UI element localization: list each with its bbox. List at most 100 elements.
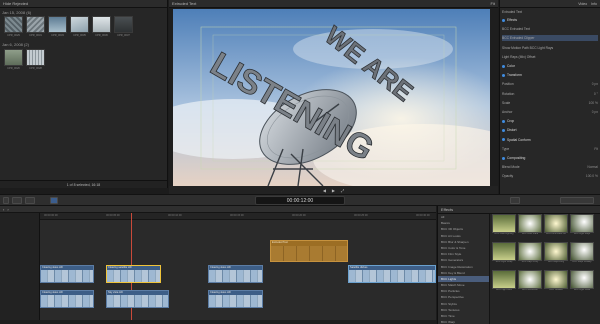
effect-thumbnail[interactable]: BCC Lens Flare	[518, 214, 542, 238]
arrow-tool-button[interactable]	[50, 197, 58, 204]
clip-label: Clearing satellite HD	[108, 266, 132, 269]
timeline-tracks: Extruded Text Clearing skies HD Clearing …	[40, 213, 436, 323]
inspector-row-value[interactable]: Normal	[587, 165, 598, 169]
inspector-row[interactable]: Color	[502, 63, 598, 69]
effect-thumbnail[interactable]: BCC Light Rays	[570, 214, 594, 238]
timecode-display[interactable]: 00:00:12:00	[255, 196, 345, 205]
fullscreen-icon[interactable]: ⤢	[341, 188, 344, 193]
group-label-2[interactable]: Jan 6, 2008 (2)	[2, 42, 29, 47]
inspector-row-label: Effects	[507, 18, 518, 22]
browser-clip[interactable]: CPR_0036	[92, 16, 111, 38]
video-clip[interactable]: Sky vista HD	[106, 290, 169, 308]
hide-rejected-menu[interactable]: Hide Rejected	[3, 1, 28, 6]
effects-category-item[interactable]: BCC Warp	[438, 319, 489, 324]
video-clip[interactable]: Clearing skies HD	[40, 265, 94, 283]
video-clip[interactable]: Clearing skies HD	[208, 265, 263, 283]
inspector-tabs: Video Info	[500, 0, 600, 8]
inspector-row-value[interactable]: 0 px	[592, 82, 598, 86]
inspector-row-value[interactable]: 100 %	[589, 101, 598, 105]
inspector-row[interactable]: Effects	[502, 17, 598, 23]
effect-thumbnail[interactable]: BCC Rays Ring	[544, 242, 568, 266]
effect-thumbnail[interactable]: BCC Streaks	[544, 270, 568, 294]
index-button[interactable]	[3, 197, 9, 204]
thumb-row-2: CPR_0026 CPR_0028	[4, 49, 45, 71]
enable-toggle-icon[interactable]	[502, 64, 505, 68]
enable-toggle-icon[interactable]	[502, 128, 505, 132]
inspector-row-label: Crop	[507, 119, 515, 124]
effects-browser-button[interactable]	[560, 197, 594, 204]
effect-thumbnail[interactable]: BCC Light Wrap	[492, 242, 516, 266]
play-back-icon[interactable]: ◀	[323, 188, 326, 193]
group-label-1[interactable]: Jan 15, 2008 (6)	[2, 10, 31, 15]
enable-toggle-icon[interactable]	[502, 73, 505, 77]
inspector-row[interactable]: Crop	[502, 118, 598, 124]
inspector-row[interactable]: BCC Extruded Clipper	[502, 35, 598, 42]
tab-info[interactable]: Info	[591, 2, 597, 6]
timeline: ‹ › 00:00:00:00 00:00:05:00 00:00:10:00 00:…	[0, 206, 436, 324]
inspector: Video Info Extruded Text Effects BCC Extr…	[499, 0, 600, 194]
enable-toggle-icon[interactable]	[502, 156, 505, 160]
video-clip[interactable]: Clearing skies HD	[208, 290, 263, 308]
inspector-row[interactable]: Anchor 0 px	[502, 109, 598, 115]
tool-select-button[interactable]	[12, 197, 22, 204]
title-clip[interactable]: Extruded Text	[270, 240, 348, 262]
inspector-row[interactable]: Compositing	[502, 155, 598, 161]
enable-toggle-icon[interactable]	[502, 18, 505, 22]
effect-thumbnail[interactable]: BCC Rays Puffy	[518, 242, 542, 266]
audio-meter-button[interactable]	[510, 197, 520, 204]
ruler-tick-label: 00:00:05:00	[106, 214, 120, 217]
effect-thumbnail[interactable]: BCC Light Glint	[492, 270, 516, 294]
clip-label: Clearing skies HD	[210, 266, 231, 269]
effect-thumbnail[interactable]: BCC Reflection	[518, 270, 542, 294]
effects-header: Effects	[438, 206, 600, 214]
back-arrow-icon[interactable]: ‹	[3, 207, 4, 212]
effect-thumbnail[interactable]: BCC Rays Streaky	[570, 242, 594, 266]
viewer-canvas[interactable]: WE ARE LISTENING	[173, 9, 490, 186]
inspector-row-label: Color	[507, 64, 515, 68]
inspector-row[interactable]: Position 0 px	[502, 81, 598, 87]
inspector-row-value[interactable]: 0 °	[594, 92, 598, 96]
inspector-row[interactable]: Spatial Conform	[502, 137, 598, 143]
browser-clip[interactable]: CPR_0037	[114, 16, 133, 38]
browser-clip[interactable]: CPR_0031	[26, 16, 45, 38]
forward-arrow-icon[interactable]: ›	[7, 207, 8, 212]
inspector-row[interactable]: BCC Extruded Text	[502, 26, 598, 32]
video-clip[interactable]: Satellite dishes	[348, 265, 436, 283]
inspector-row-value[interactable]: 0 px	[592, 110, 598, 114]
effect-thumbnail[interactable]: BCC Light Glow	[570, 270, 594, 294]
enable-toggle-icon[interactable]	[502, 138, 505, 142]
timeline-ruler[interactable]: 00:00:00:00 00:00:05:00 00:00:10:00 00:00:1…	[40, 213, 436, 220]
effect-thumbnail[interactable]: BCC Glint Lighting	[492, 214, 516, 238]
inspector-row[interactable]: Blend Mode Normal	[502, 164, 598, 170]
video-clip[interactable]: Clearing satellite HD	[106, 265, 161, 283]
inspector-row[interactable]: Scale 100 %	[502, 100, 598, 106]
browser-clip[interactable]: CPR_0029	[4, 16, 23, 38]
ruler-tick-label: 00:00:15:00	[230, 214, 244, 217]
inspector-row-value[interactable]: Fit	[594, 147, 598, 151]
inspector-row-label: Light Rays (Mix) Offset	[502, 54, 536, 59]
inspector-row[interactable]: Opacity 100.0 %	[502, 173, 598, 179]
inspector-row[interactable]: Transform	[502, 72, 598, 78]
zoom-menu[interactable]: Fit	[491, 1, 495, 6]
inspector-row-label: Transform	[507, 73, 522, 78]
viewer-image: WE ARE LISTENING	[173, 9, 490, 186]
enable-toggle-icon[interactable]	[502, 119, 505, 123]
viewer-title: Extruded Text	[172, 1, 197, 6]
inspector-row[interactable]: Rotation 0 °	[502, 91, 598, 97]
inspector-row[interactable]: Light Rays (Mix) Offset	[502, 54, 598, 60]
browser-clip[interactable]: CPR_0033	[48, 16, 67, 38]
browser-clip[interactable]: CPR_0026	[4, 49, 23, 71]
inspector-row[interactable]: Distort	[502, 127, 598, 133]
tab-video[interactable]: Video	[578, 2, 587, 6]
video-clip[interactable]: Clearing skies HD	[40, 290, 94, 308]
browser-clip[interactable]: CPR_0028	[26, 49, 45, 71]
play-icon[interactable]: ▶	[332, 188, 335, 193]
inspector-row-value[interactable]: 100.0 %	[586, 174, 598, 178]
browser-clip[interactable]: CPR_0035	[70, 16, 89, 38]
clip-appearance-button[interactable]	[25, 197, 35, 204]
browser-status: 1 of 8 selected, 16:18	[66, 182, 101, 187]
inspector-row[interactable]: Type Fit	[502, 146, 598, 152]
inspector-row[interactable]: Show Motion Path BCC Light Rays	[502, 45, 598, 51]
effect-thumbnail[interactable]: BCC Lens Flare 3D	[544, 214, 568, 238]
inspector-row-label: Type	[502, 146, 510, 151]
